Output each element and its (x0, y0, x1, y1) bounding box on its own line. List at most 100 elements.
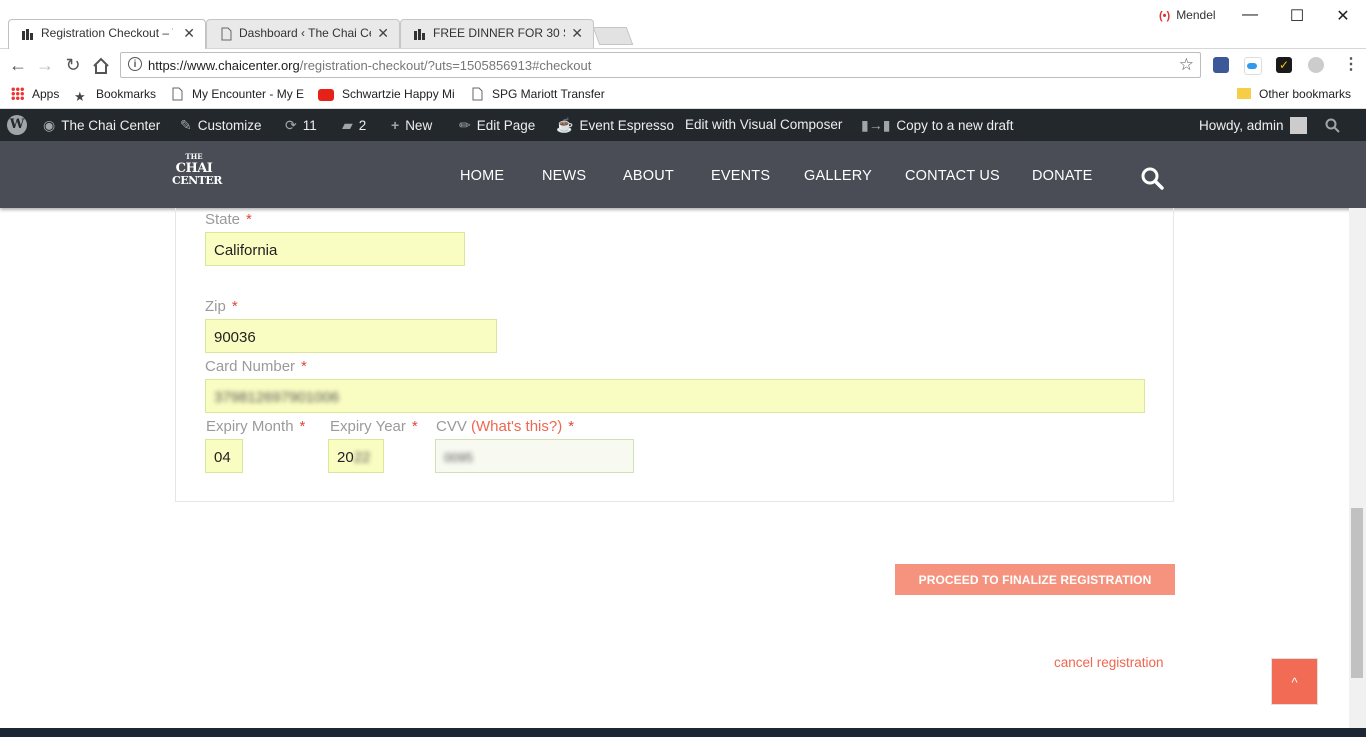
bookmark-spg[interactable]: SPG Mariott Transfer (470, 87, 605, 101)
nav-news[interactable]: NEWS (542, 168, 586, 184)
admin-visual-composer[interactable]: Edit with Visual Composer (685, 117, 842, 132)
reload-icon[interactable]: ↻ (62, 55, 84, 76)
nav-donate[interactable]: DONATE (1032, 168, 1093, 184)
cvv-help-link[interactable]: (What's this?) (471, 418, 562, 435)
tab-title: FREE DINNER FOR 30 STI (433, 26, 565, 40)
close-icon[interactable]: ✕ (377, 25, 389, 42)
bookmark-my-encounter[interactable]: My Encounter - My E (170, 87, 304, 101)
nav-contact-us[interactable]: CONTACT US (905, 168, 1000, 184)
maximize-icon[interactable]: ☐ (1287, 6, 1307, 26)
required-mark: * (301, 358, 307, 375)
other-bookmarks[interactable]: Other bookmarks (1237, 87, 1351, 101)
expiry-month-field[interactable]: 04 (205, 439, 243, 473)
info-icon[interactable]: i (128, 57, 142, 71)
extension-icon[interactable] (1213, 57, 1229, 73)
browser-titlebar: Registration Checkout – T ✕ Dashboard ‹ … (0, 0, 1366, 49)
admin-site-name[interactable]: ◉ The Chai Center (43, 117, 160, 134)
gray-extension-icon[interactable] (1308, 57, 1324, 73)
expiry-year-hidden: 22 (353, 449, 371, 466)
nav-home[interactable]: HOME (460, 168, 504, 184)
pencil-icon: ✏ (459, 117, 471, 133)
comments-count: 2 (358, 118, 367, 133)
page-icon (172, 87, 183, 101)
site-favicon-icon (414, 29, 425, 40)
admin-customize[interactable]: ✎ Customize (180, 117, 262, 134)
state-field[interactable]: California (205, 232, 465, 266)
bookmark-schwartzie[interactable]: Schwartzie Happy Mi (318, 87, 455, 101)
expiry-year-value: 20 (337, 449, 354, 466)
updates-icon: ⟳ (285, 117, 297, 133)
required-mark: * (231, 298, 238, 315)
forward-arrow-icon[interactable]: → (34, 55, 56, 76)
tab-registration-checkout[interactable]: Registration Checkout – T ✕ (8, 19, 206, 49)
site-name-label: The Chai Center (61, 118, 161, 133)
admin-comments[interactable]: ▰ 2 (342, 117, 366, 134)
label-text: Expiry Month (206, 418, 294, 435)
visual-composer-label: Edit with Visual Composer (685, 117, 843, 132)
back-to-top-button[interactable]: ^ (1271, 658, 1318, 705)
address-bar[interactable]: i https://www.chaicenter.org/registratio… (120, 52, 1201, 78)
label-text: Zip (205, 298, 226, 315)
bookmark-label: Bookmarks (96, 87, 157, 101)
expiry-year-field[interactable]: 2022 (328, 439, 384, 473)
plus-icon: + (391, 117, 400, 133)
back-arrow-icon[interactable]: ← (7, 55, 29, 76)
bookmark-apps[interactable]: Apps (11, 87, 59, 101)
new-tab-button[interactable] (592, 27, 634, 45)
other-bookmarks-label: Other bookmarks (1259, 87, 1352, 101)
admin-account[interactable]: Howdy, admin (1199, 117, 1307, 134)
chai-center-logo[interactable]: THE CHAI CENTER (172, 151, 222, 197)
admin-event-espresso[interactable]: ☕ Event Espresso (556, 117, 674, 134)
nav-about[interactable]: ABOUT (623, 168, 674, 184)
cancel-registration-link[interactable]: cancel registration (1054, 655, 1164, 670)
close-icon[interactable]: ✕ (183, 25, 195, 42)
edit-page-label: Edit Page (476, 118, 536, 133)
admin-edit-page[interactable]: ✏ Edit Page (459, 117, 535, 134)
cvv-field[interactable]: 0095 (435, 439, 634, 473)
admin-search-icon[interactable] (1325, 118, 1340, 133)
required-mark: * (411, 418, 418, 435)
kebab-menu-icon[interactable]: ⋮ (1343, 54, 1359, 74)
wordpress-logo-icon[interactable]: W (7, 115, 27, 135)
home-icon[interactable] (92, 57, 110, 75)
required-mark: * (299, 418, 306, 435)
label-text: Expiry Year (330, 418, 406, 435)
page-icon (472, 87, 483, 101)
scrollbar-thumb[interactable] (1351, 508, 1363, 678)
minimize-icon[interactable]: — (1240, 6, 1260, 24)
admin-copy-draft[interactable]: ▮→▮ Copy to a new draft (861, 117, 1014, 134)
tab-title: Dashboard ‹ The Chai Ce (239, 26, 371, 40)
tab-dashboard[interactable]: Dashboard ‹ The Chai Ce ✕ (206, 19, 400, 48)
card-number-field[interactable]: 379812697901006 (205, 379, 1145, 413)
zip-field[interactable]: 90036 (205, 319, 497, 353)
zip-label: Zip * (205, 298, 238, 315)
wp-admin-bar: W ◉ The Chai Center ✎ Customize ⟳ 11 ▰ 2 + Ne… (0, 109, 1366, 141)
bookmark-bookmarks[interactable]: ★ Bookmarks (74, 87, 157, 104)
copy-draft-label: Copy to a new draft (896, 118, 1014, 133)
cloud-extension-icon[interactable] (1244, 57, 1262, 75)
bookmark-star-icon[interactable]: ☆ (1179, 55, 1194, 75)
window-close-icon[interactable]: ✕ (1333, 6, 1353, 26)
apps-grid-icon (11, 87, 24, 100)
tab-free-dinner[interactable]: FREE DINNER FOR 30 STI ✕ (400, 19, 594, 48)
url-text[interactable]: https://www.chaicenter.org/registration-… (148, 58, 591, 73)
star-icon: ★ (74, 89, 86, 104)
site-favicon-icon (22, 29, 33, 40)
required-mark: * (246, 211, 252, 228)
nav-gallery[interactable]: GALLERY (804, 168, 872, 184)
nav-events[interactable]: EVENTS (711, 168, 770, 184)
url-host: https://www.chaicenter.org (148, 58, 300, 73)
card-number-value: 379812697901006 (214, 389, 340, 406)
admin-new[interactable]: + New (391, 117, 432, 133)
close-icon[interactable]: ✕ (571, 25, 583, 42)
page-scrollbar[interactable] (1349, 208, 1366, 728)
checkmark-extension-icon[interactable]: ✓ (1276, 57, 1292, 73)
state-label: State * (205, 211, 252, 228)
avatar (1289, 117, 1307, 134)
search-icon[interactable] (1140, 166, 1164, 190)
profile-button[interactable]: (•) Mendel (1159, 8, 1216, 22)
proceed-to-finalize-button[interactable]: PROCEED TO FINALIZE REGISTRATION (895, 564, 1175, 595)
cvv-value: 0095 (444, 450, 473, 465)
required-mark: * (568, 418, 575, 435)
admin-updates[interactable]: ⟳ 11 (285, 117, 317, 134)
